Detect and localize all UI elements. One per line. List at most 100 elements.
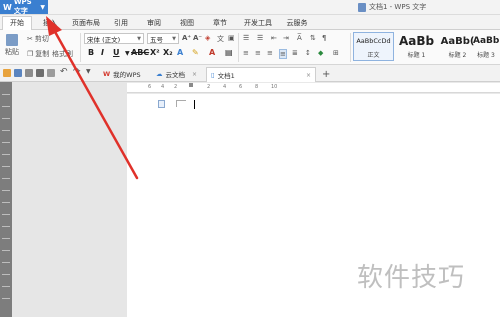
app-menu-button[interactable]: W WPS 文字 ▼: [0, 0, 48, 15]
text-effect-button[interactable]: A: [177, 48, 183, 57]
superscript-button[interactable]: X²: [150, 48, 160, 57]
tab-view[interactable]: 视图: [176, 17, 198, 30]
ribbon-tabs: 开始 插入 页面布局 引用 审阅 视图 章节 开发工具 云服务: [0, 15, 500, 31]
show-marks-button[interactable]: ¶: [322, 34, 326, 42]
vertical-ruler[interactable]: [0, 82, 12, 317]
style-heading-1[interactable]: AaBb 标题 1: [396, 32, 437, 61]
undo-icon[interactable]: ↶: [60, 67, 68, 77]
style-normal[interactable]: AaBbCcDd 正文: [353, 32, 394, 61]
char-shading-button[interactable]: ▤: [225, 48, 233, 57]
style-heading-3[interactable]: AaBb 标题 3: [472, 32, 500, 61]
underline-dropdown[interactable]: ▼: [125, 50, 130, 57]
quick-access-bar: ↶ ↷ ▼ W 我的WPS ☁ 云文档 × ▯ 文档1 × +: [0, 65, 500, 82]
strikethrough-button[interactable]: ABC: [131, 48, 149, 57]
align-left-icon: ≡: [243, 49, 249, 57]
superscript-icon: X²: [150, 48, 160, 57]
distributed-icon: ≣: [292, 49, 298, 57]
tab-cloud-service[interactable]: 云服务: [282, 17, 312, 30]
phonetic-icon: 文: [217, 35, 224, 43]
tab-page-layout[interactable]: 页面布局: [68, 17, 104, 30]
decrease-indent-button[interactable]: ⇤: [271, 34, 277, 42]
divider: [238, 33, 239, 62]
numbered-list-icon: ☰: [257, 34, 264, 42]
tab-insert[interactable]: 插入: [38, 17, 62, 30]
shrink-font-icon: A⁻: [193, 34, 203, 42]
increase-indent-button[interactable]: ⇥: [283, 34, 289, 42]
bullets-button[interactable]: ☰: [243, 34, 249, 42]
chinese-layout-icon: A̅: [297, 34, 302, 42]
save-icon[interactable]: [14, 69, 22, 77]
app-menu-label: WPS 文字: [13, 0, 32, 15]
font-size-select[interactable]: 五号 ▼: [147, 33, 179, 44]
tab-my-wps[interactable]: W 我的WPS: [99, 67, 145, 81]
tab-references[interactable]: 引用: [110, 17, 132, 30]
document-icon: ▯: [211, 71, 215, 79]
distributed-button[interactable]: ≣: [292, 49, 298, 57]
grow-font-icon: A⁺: [182, 34, 192, 42]
outdent-icon: ⇤: [271, 34, 277, 42]
chevron-down-icon: ▼: [137, 35, 141, 42]
numbering-button[interactable]: ☰: [257, 34, 263, 42]
font-color-button[interactable]: A: [209, 48, 215, 57]
bold-icon: B: [88, 48, 95, 57]
align-right-icon: ≡: [267, 49, 273, 57]
chevron-down-icon[interactable]: ▼: [86, 68, 94, 76]
subscript-button[interactable]: X₂: [163, 48, 173, 57]
page-margin-area: [12, 82, 127, 317]
align-left-button[interactable]: ≡: [243, 49, 249, 57]
highlight-button[interactable]: ✎: [192, 48, 199, 57]
chevron-down-icon: ▼: [125, 50, 130, 57]
print-preview-icon[interactable]: [47, 69, 55, 77]
shrink-font-button[interactable]: A⁻: [193, 34, 202, 42]
underline-button[interactable]: U: [113, 48, 120, 57]
cloud-icon: ☁: [156, 70, 163, 78]
chevron-down-icon: ▼: [172, 35, 176, 42]
chinese-layout-button[interactable]: A̅: [297, 34, 302, 42]
paragraph-mark-icon: ¶: [322, 34, 327, 42]
redo-icon[interactable]: ↷: [73, 67, 81, 77]
eraser-icon: ◈: [205, 34, 211, 42]
open-folder-icon[interactable]: [3, 69, 11, 77]
grow-font-button[interactable]: A⁺: [182, 34, 191, 42]
border-char-button[interactable]: ▣: [228, 34, 235, 42]
sort-button[interactable]: ⇅: [310, 34, 316, 42]
shading-button[interactable]: ◆: [318, 49, 323, 57]
horizontal-ruler[interactable]: 6 4 2 2 4 6 8 10: [127, 83, 500, 93]
tab-home[interactable]: 开始: [2, 16, 32, 31]
tab-review[interactable]: 审阅: [143, 17, 165, 30]
cut-button[interactable]: ✂ 剪切: [27, 34, 49, 44]
tab-section[interactable]: 章节: [209, 17, 231, 30]
copy-button[interactable]: ❐ 复制: [27, 49, 49, 59]
line-spacing-button[interactable]: ↕: [305, 49, 311, 57]
borders-button[interactable]: ⊞: [333, 49, 339, 57]
align-center-button[interactable]: ≡: [255, 49, 261, 57]
bold-button[interactable]: B: [88, 48, 94, 57]
copy-icon: ❐: [27, 50, 34, 58]
print-icon[interactable]: [36, 69, 44, 77]
paste-button[interactable]: 粘贴: [5, 34, 19, 57]
justify-button[interactable]: ≡: [279, 49, 287, 59]
title-bar: W WPS 文字 ▼ 文档1 - WPS 文字: [0, 0, 500, 15]
format-painter-button[interactable]: 格式刷: [52, 49, 73, 59]
tab-document-1[interactable]: ▯ 文档1 ×: [206, 67, 316, 82]
close-icon[interactable]: ×: [192, 71, 197, 78]
italic-button[interactable]: I: [101, 48, 104, 57]
new-tab-button[interactable]: +: [318, 67, 334, 81]
tab-developer-tools[interactable]: 开发工具: [240, 17, 276, 30]
align-right-button[interactable]: ≡: [267, 49, 273, 57]
italic-icon: I: [101, 48, 104, 57]
export-pdf-icon[interactable]: [25, 69, 33, 77]
divider: [80, 33, 81, 62]
font-color-icon: A: [209, 48, 216, 57]
paragraph-layout-icon[interactable]: [158, 100, 165, 108]
tab-cloud-docs[interactable]: ☁ 云文档 ×: [152, 67, 201, 81]
wps-icon: W: [103, 70, 111, 78]
clear-format-button[interactable]: ◈: [205, 34, 210, 42]
phonetic-button[interactable]: 文: [217, 34, 224, 44]
strikethrough-icon: ABC: [131, 48, 150, 57]
margin-corner-mark: [176, 100, 186, 107]
indent-marker[interactable]: [189, 83, 193, 87]
font-family-select[interactable]: 宋体 (正文) ▼: [84, 33, 144, 44]
close-icon[interactable]: ×: [306, 72, 311, 79]
bullet-list-icon: ☰: [243, 34, 250, 42]
